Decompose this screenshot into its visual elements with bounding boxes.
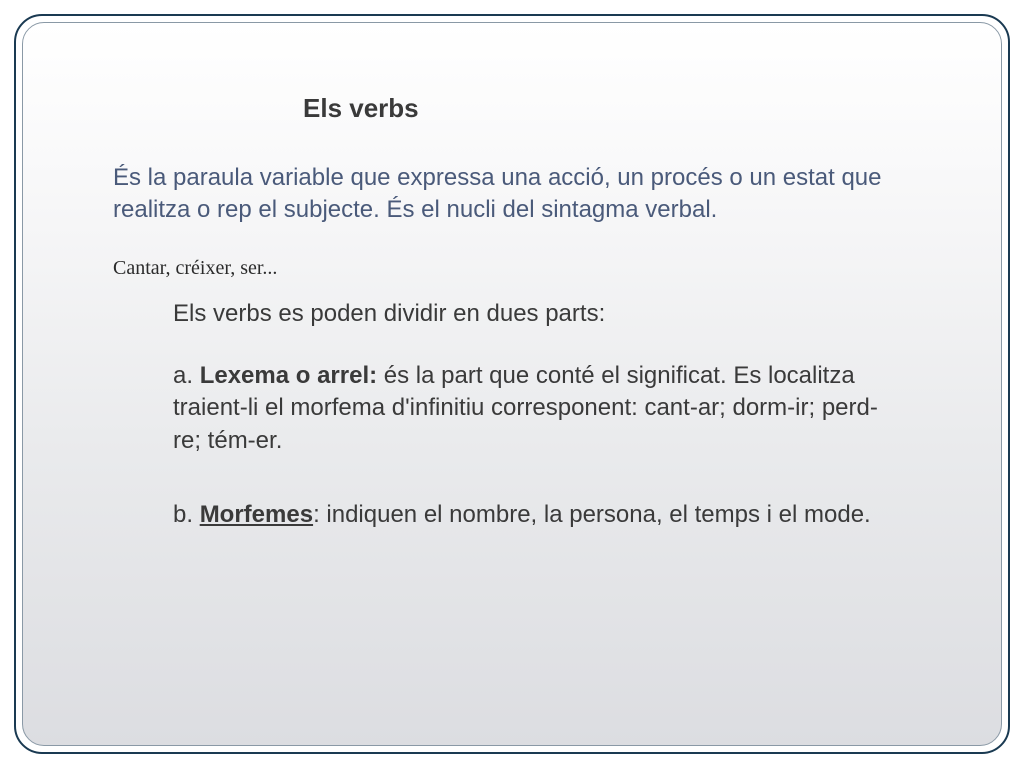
slide-inner-frame: Els verbs És la paraula variable que ex… <box>22 22 1002 746</box>
item-a: a. Lexema o arrel: és la part que conte… <box>173 360 881 457</box>
slide-outer-frame: Els verbs És la paraula variable que ex… <box>14 14 1010 754</box>
item-b-prefix: b. <box>173 501 200 528</box>
slide-title: Els verbs <box>303 93 941 124</box>
body-block: Els verbs es poden dividir en dues parts… <box>173 300 881 532</box>
examples-line: Cantar, créixer, ser... <box>113 257 941 280</box>
intro-line: Els verbs es poden dividir en dues parts… <box>173 300 881 328</box>
item-b-label: Morfemes <box>200 501 313 528</box>
item-a-label: Lexema o arrel: <box>200 362 377 389</box>
item-b-rest: : indiquen el nombre, la persona, el tem… <box>313 501 871 528</box>
item-b: b. Morfemes: indiquen el nombre, la pers… <box>173 499 881 531</box>
item-a-prefix: a. <box>173 362 200 389</box>
definition-paragraph: És la paraula variable que expressa una… <box>113 162 911 227</box>
